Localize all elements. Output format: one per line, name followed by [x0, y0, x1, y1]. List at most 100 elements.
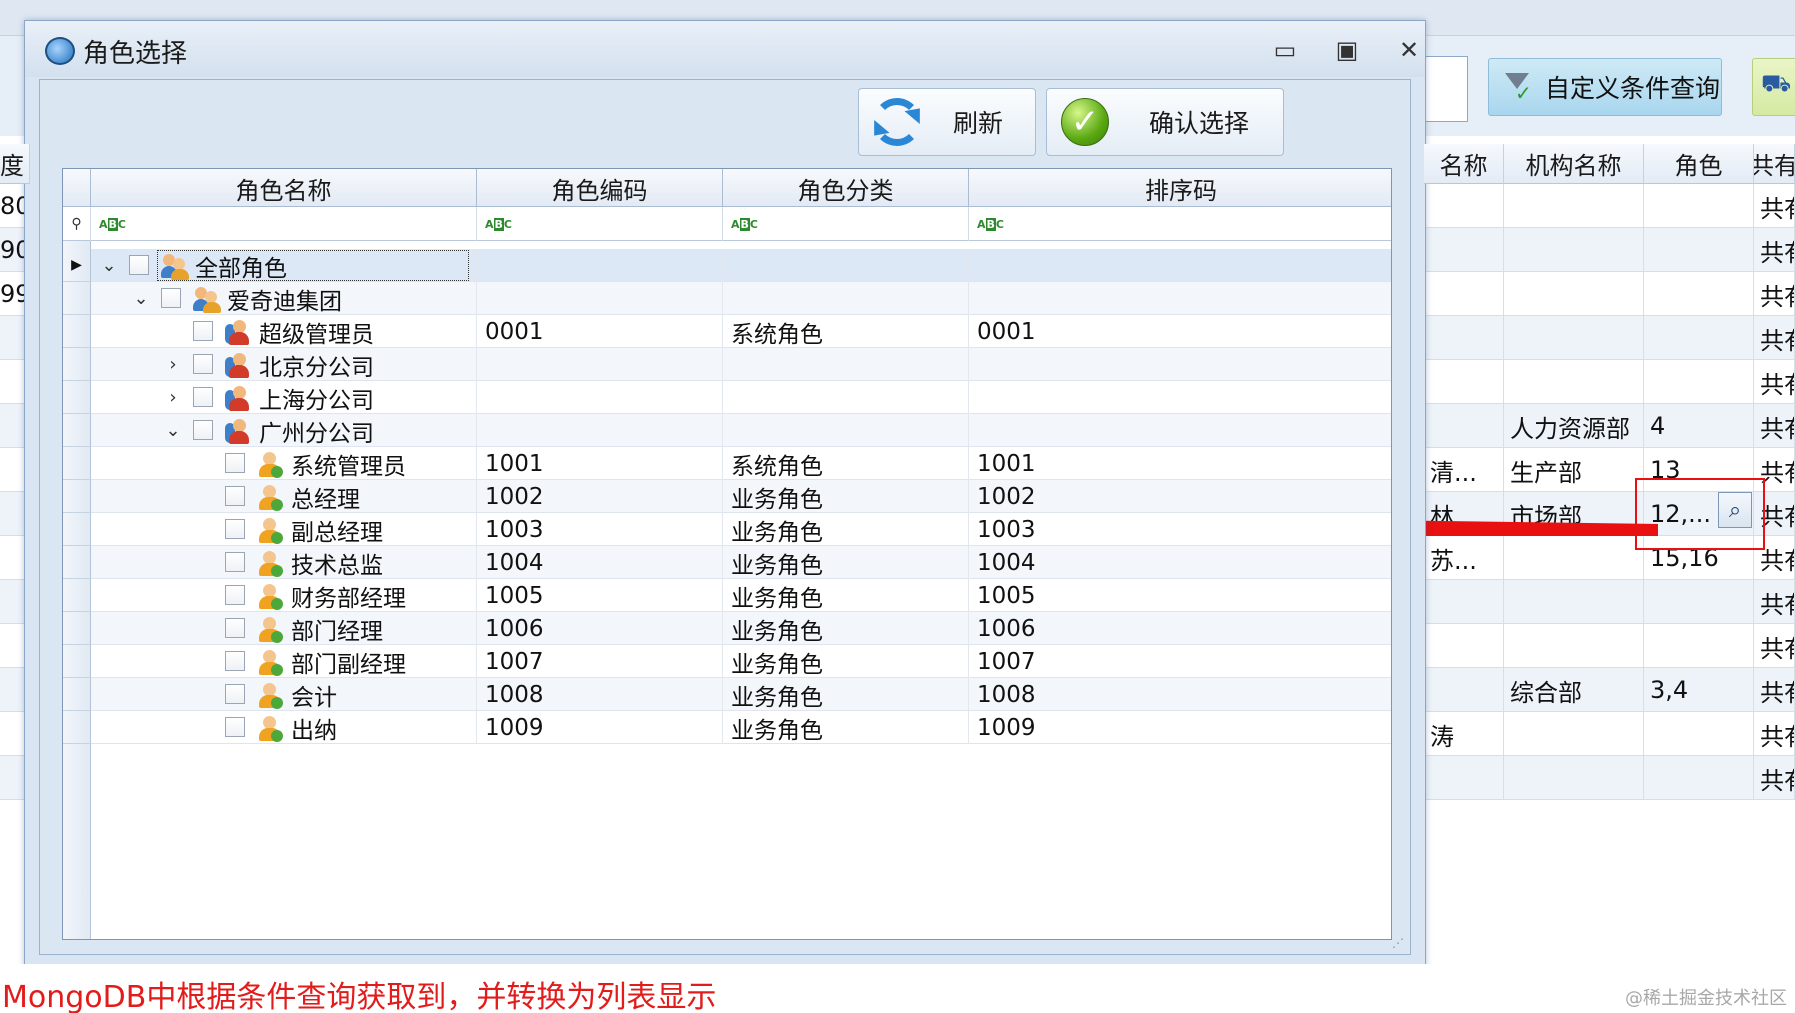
bg-header-name[interactable]: 名称	[1424, 144, 1504, 184]
row-checkbox[interactable]	[225, 684, 245, 704]
bg-header-org[interactable]: 机构名称	[1504, 144, 1644, 184]
filter-sort-code[interactable]: ABC	[969, 207, 1391, 241]
role-category-cell[interactable]: 业务角色	[723, 579, 969, 612]
row-checkbox[interactable]	[225, 717, 245, 737]
role-name-cell[interactable]: 副总经理	[91, 513, 477, 546]
row-checkbox[interactable]	[225, 519, 245, 539]
role-category-cell[interactable]	[723, 381, 969, 414]
role-code-cell[interactable]	[477, 348, 723, 381]
role-name-cell[interactable]: 系统管理员	[91, 447, 477, 480]
role-name-cell[interactable]: ⌄ 爱奇迪集团	[91, 282, 477, 315]
role-category-cell[interactable]	[723, 282, 969, 315]
role-code-cell[interactable]: 1004	[477, 546, 723, 579]
row-checkbox[interactable]	[193, 321, 213, 341]
sort-code-cell[interactable]	[969, 414, 1391, 447]
filter-role-code[interactable]: ABC	[477, 207, 723, 241]
row-checkbox[interactable]	[129, 255, 149, 275]
role-code-cell[interactable]: 1002	[477, 480, 723, 513]
chevron-right-icon[interactable]: ›	[163, 354, 183, 375]
role-name-cell[interactable]: 出纳	[91, 711, 477, 744]
header-sort-code[interactable]: 排序码	[969, 169, 1391, 207]
role-name-cell[interactable]: 部门副经理	[91, 645, 477, 678]
row-checkbox[interactable]	[193, 387, 213, 407]
role-code-cell[interactable]: 1006	[477, 612, 723, 645]
filter-role-name[interactable]: ABC	[91, 207, 477, 241]
close-button[interactable]: ✕	[1391, 35, 1427, 65]
role-category-cell[interactable]: 业务角色	[723, 480, 969, 513]
sort-code-cell[interactable]: 1005	[969, 579, 1391, 612]
sort-code-cell[interactable]: 1009	[969, 711, 1391, 744]
dialog-title-bar[interactable]: 角色选择 ▭ ▣ ✕	[25, 21, 1425, 77]
maximize-button[interactable]: ▣	[1329, 35, 1365, 65]
tree-row[interactable]: ⌄ 爱奇迪集团	[63, 282, 1391, 315]
role-category-cell[interactable]: 系统角色	[723, 315, 969, 348]
role-name-cell[interactable]: › 北京分公司	[91, 348, 477, 381]
role-name-cell[interactable]: 财务部经理	[91, 579, 477, 612]
row-checkbox[interactable]	[225, 486, 245, 506]
row-checkbox[interactable]	[225, 651, 245, 671]
role-code-cell[interactable]: 1009	[477, 711, 723, 744]
role-code-cell[interactable]: 1001	[477, 447, 723, 480]
sort-code-cell[interactable]: 1004	[969, 546, 1391, 579]
chevron-down-icon[interactable]: ⌄	[131, 288, 151, 309]
sort-code-cell[interactable]: 1006	[969, 612, 1391, 645]
role-name-cell[interactable]: 部门经理	[91, 612, 477, 645]
role-category-cell[interactable]: 业务角色	[723, 645, 969, 678]
role-code-cell[interactable]: 1003	[477, 513, 723, 546]
bg-header-role[interactable]: 角色	[1644, 144, 1754, 184]
sort-code-cell[interactable]: 0001	[969, 315, 1391, 348]
sort-code-cell[interactable]	[969, 348, 1391, 381]
tree-row[interactable]: 副总经理 1003 业务角色 1003	[63, 513, 1391, 546]
binoculars-button[interactable]: ⛟	[1752, 58, 1795, 116]
header-role-name[interactable]: 角色名称	[91, 169, 477, 207]
minimize-button[interactable]: ▭	[1267, 35, 1303, 65]
role-category-cell[interactable]	[723, 414, 969, 447]
header-role-code[interactable]: 角色编码	[477, 169, 723, 207]
sort-code-cell[interactable]	[969, 381, 1391, 414]
role-category-cell[interactable]: 业务角色	[723, 612, 969, 645]
resize-grip-icon[interactable]: ⋰	[1392, 936, 1408, 952]
role-code-cell[interactable]	[477, 414, 723, 447]
tree-row[interactable]: › 北京分公司	[63, 348, 1391, 381]
row-checkbox[interactable]	[225, 552, 245, 572]
confirm-select-button[interactable]: ✓ 确认选择	[1046, 88, 1284, 156]
bg-header-share[interactable]: 共有	[1754, 144, 1795, 184]
row-checkbox[interactable]	[225, 585, 245, 605]
role-code-cell[interactable]: 0001	[477, 315, 723, 348]
role-category-cell[interactable]: 系统角色	[723, 447, 969, 480]
sort-code-cell[interactable]: 1001	[969, 447, 1391, 480]
tree-row[interactable]: 出纳 1009 业务角色 1009	[63, 711, 1391, 744]
role-category-cell[interactable]: 业务角色	[723, 711, 969, 744]
tree-row[interactable]: 总经理 1002 业务角色 1002	[63, 480, 1391, 513]
tree-row[interactable]: ▶ ⌄ 全部角色	[63, 249, 1391, 282]
tree-row[interactable]: 系统管理员 1001 系统角色 1001	[63, 447, 1391, 480]
role-name-cell[interactable]: ⌄ 广州分公司	[91, 414, 477, 447]
role-name-cell[interactable]: ⌄ 全部角色	[91, 249, 477, 282]
role-category-cell[interactable]: 业务角色	[723, 678, 969, 711]
role-category-cell[interactable]	[723, 249, 969, 282]
role-name-cell[interactable]: › 上海分公司	[91, 381, 477, 414]
role-category-cell[interactable]: 业务角色	[723, 513, 969, 546]
role-name-cell[interactable]: 总经理	[91, 480, 477, 513]
role-code-cell[interactable]	[477, 249, 723, 282]
sort-code-cell[interactable]	[969, 282, 1391, 315]
refresh-button[interactable]: 刷新	[858, 88, 1036, 156]
role-name-cell[interactable]: 超级管理员	[91, 315, 477, 348]
tree-row[interactable]: 超级管理员 0001 系统角色 0001	[63, 315, 1391, 348]
role-code-cell[interactable]	[477, 381, 723, 414]
role-code-cell[interactable]	[477, 282, 723, 315]
role-category-cell[interactable]: 业务角色	[723, 546, 969, 579]
header-role-category[interactable]: 角色分类	[723, 169, 969, 207]
role-code-cell[interactable]: 1008	[477, 678, 723, 711]
role-category-cell[interactable]	[723, 348, 969, 381]
row-checkbox[interactable]	[193, 420, 213, 440]
tree-row[interactable]: 部门经理 1006 业务角色 1006	[63, 612, 1391, 645]
tree-row[interactable]: 部门副经理 1007 业务角色 1007	[63, 645, 1391, 678]
tree-row[interactable]: 财务部经理 1005 业务角色 1005	[63, 579, 1391, 612]
sort-code-cell[interactable]	[969, 249, 1391, 282]
tree-row[interactable]: › 上海分公司	[63, 381, 1391, 414]
tree-row[interactable]: 会计 1008 业务角色 1008	[63, 678, 1391, 711]
sort-code-cell[interactable]: 1008	[969, 678, 1391, 711]
tree-row[interactable]: ⌄ 广州分公司	[63, 414, 1391, 447]
role-name-cell[interactable]: 会计	[91, 678, 477, 711]
